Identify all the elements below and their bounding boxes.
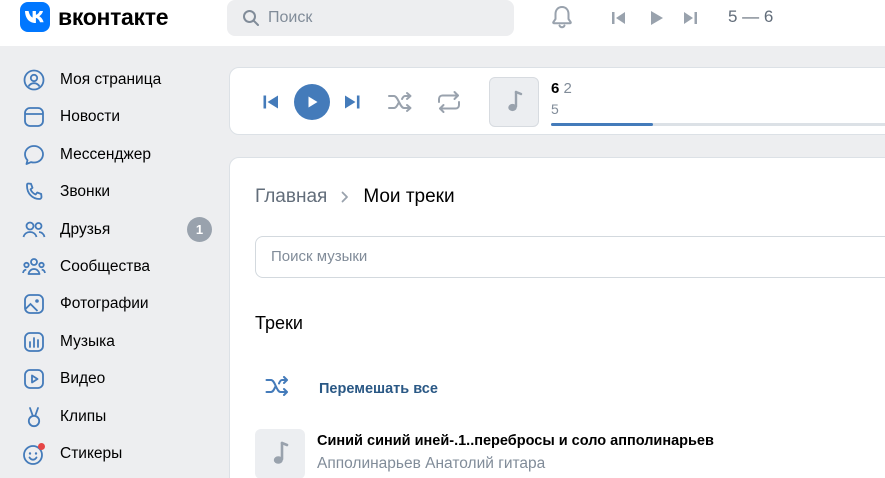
message-icon (22, 143, 46, 167)
photo-icon (22, 292, 46, 316)
chevron-right-icon (339, 191, 351, 203)
track-cover[interactable] (255, 429, 305, 478)
notification-dot-icon (38, 443, 45, 450)
stickers-icon (22, 442, 46, 466)
sidebar-item-news[interactable]: Новости (22, 102, 217, 132)
breadcrumb-current: Мои треки (363, 186, 455, 207)
header-now-playing[interactable]: 5 — 6 (728, 7, 773, 27)
header-prev-icon[interactable] (609, 8, 629, 28)
sidebar-item-music[interactable]: Музыка (22, 327, 217, 357)
header-play-icon[interactable] (646, 8, 666, 28)
shuffle-all-icon (265, 376, 291, 401)
sidebar-item-label: Сообщества (60, 258, 151, 275)
shuffle-icon[interactable] (387, 89, 415, 115)
sidebar-item-video[interactable]: Видео (22, 364, 217, 394)
notifications-bell-icon[interactable] (549, 4, 575, 30)
play-button[interactable] (294, 84, 330, 120)
player-progress-fill (551, 123, 653, 126)
track-info: Синий синий иней-.1..переброс­ы и соло а… (317, 433, 714, 478)
breadcrumb: Главная Мои треки (255, 186, 455, 208)
vk-logo-icon (20, 2, 50, 32)
logo-text: вконтакте (58, 3, 169, 30)
sidebar-item-calls[interactable]: Звонки (22, 177, 217, 207)
player-track-artist[interactable]: 5 (551, 101, 559, 117)
communities-icon (22, 255, 46, 279)
player-title-suffix: 2 (563, 80, 572, 97)
music-icon (22, 330, 46, 354)
friends-icon (22, 218, 46, 242)
sidebar-item-communities[interactable]: Сообщества (22, 252, 217, 282)
track-artist[interactable]: Апполинарьев Анатолий гитара (317, 455, 714, 473)
top-header: вконтакте 5 — 6 (0, 0, 885, 46)
player-title-main: 6 (551, 80, 560, 97)
music-search[interactable] (255, 236, 885, 278)
sidebar-item-label: Фотографии (60, 295, 149, 312)
header-next-icon[interactable] (680, 8, 700, 28)
search-icon (242, 9, 260, 27)
sidebar-item-clips[interactable]: Клипы (22, 402, 217, 432)
user-circle-icon (22, 68, 46, 92)
shuffle-all-button[interactable]: Перемешать все (265, 376, 438, 401)
music-page: Главная Мои треки Треки Перемешать все С… (229, 157, 885, 478)
vk-logo[interactable]: вконтакте (20, 2, 169, 32)
header-search-input[interactable] (268, 9, 488, 27)
sidebar-item-label: Музыка (60, 333, 115, 350)
breadcrumb-home[interactable]: Главная (255, 186, 327, 208)
sidebar-item-label: Друзья (60, 221, 111, 238)
next-track-icon[interactable] (341, 91, 363, 113)
sidebar-item-label: Звонки (60, 183, 111, 200)
sidebar-item-label: Моя страница (60, 71, 162, 88)
header-search[interactable] (227, 0, 514, 36)
sidebar-item-label: Мессенджер (60, 146, 152, 163)
sidebar-item-label: Новости (60, 108, 121, 125)
sidebar-item-stickers[interactable]: Стикеры (22, 439, 217, 469)
music-note-icon (273, 441, 289, 464)
player-cover[interactable] (489, 77, 539, 127)
sidebar-item-my-page[interactable]: Моя страница (22, 65, 217, 95)
player-progress-bar[interactable] (551, 123, 885, 126)
player-track-title[interactable]: 6 2 (551, 80, 572, 97)
sidebar-item-messenger[interactable]: Мессенджер (22, 140, 217, 170)
phone-icon (22, 180, 46, 204)
track-row[interactable]: Синий синий иней-.1..переброс­ы и соло а… (255, 429, 714, 478)
video-icon (22, 367, 46, 391)
clips-icon (22, 405, 46, 429)
tracks-section-title: Треки (255, 313, 303, 333)
prev-track-icon[interactable] (260, 91, 282, 113)
music-search-input[interactable] (271, 248, 671, 265)
music-note-icon (508, 90, 523, 112)
track-title[interactable]: Синий синий иней-.1..переброс­ы и соло а… (317, 433, 714, 449)
shuffle-all-label: Перемешать все (319, 380, 438, 397)
play-icon (308, 96, 318, 108)
sidebar-item-label: Видео (60, 370, 106, 387)
audio-player: 6 2 5 (229, 67, 885, 135)
news-icon (22, 105, 46, 129)
sidebar-item-photos[interactable]: Фотографии (22, 289, 217, 319)
sidebar-item-label: Клипы (60, 408, 107, 425)
friends-count-badge: 1 (187, 217, 212, 242)
sidebar-item-label: Стикеры (60, 445, 123, 462)
repeat-icon[interactable] (435, 89, 463, 115)
